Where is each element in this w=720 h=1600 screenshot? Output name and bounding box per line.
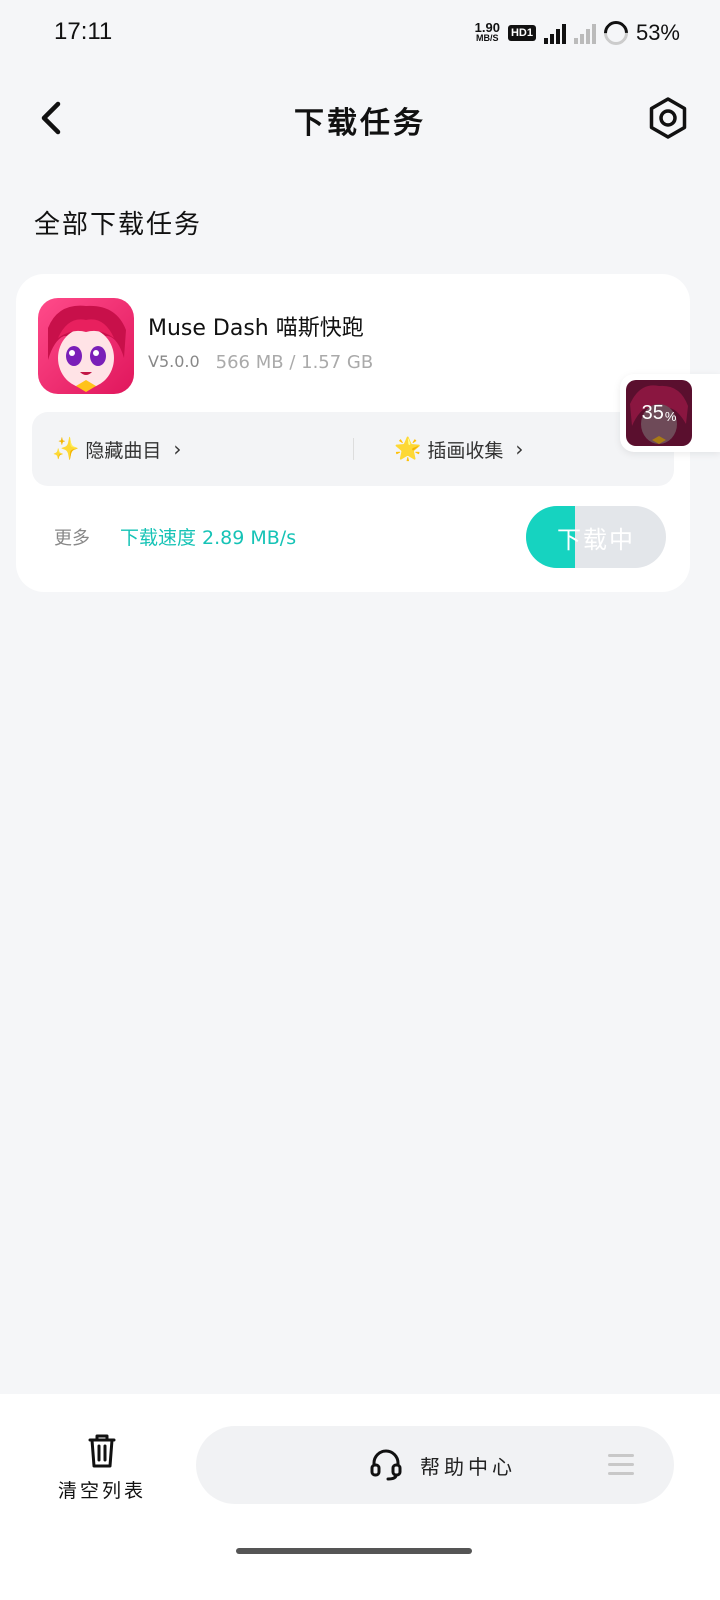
page-title: 下载任务 [294, 106, 426, 141]
feature-label: 插画收集 [427, 439, 504, 462]
chevron-right-icon: › [173, 437, 182, 461]
downloading-button[interactable]: 下载中 [526, 506, 666, 568]
home-indicator[interactable] [236, 1548, 472, 1554]
download-speed: 下载速度 2.89 MB/s [120, 527, 297, 549]
help-center-label: 帮助中心 [420, 1455, 516, 1479]
signal-5g-icon [543, 22, 566, 44]
app-meta: V5.0.0 566 MB / 1.57 GB [148, 352, 373, 373]
battery-icon [598, 16, 633, 50]
feature-label: 隐藏曲目 [85, 439, 162, 462]
status-icons: 1.90 MB/S HD1 53% [474, 16, 680, 50]
more-button[interactable]: 更多 [54, 524, 90, 550]
clear-list-button[interactable]: 清空列表 [50, 1430, 154, 1504]
network-speed-value: 1.90 [474, 20, 500, 35]
downloading-label: 下载中 [557, 525, 635, 554]
app-name: Muse Dash 喵斯快跑 [148, 316, 364, 341]
hd-badge: HD1 [507, 25, 536, 41]
glowing-star-icon: 🌟 [394, 436, 422, 462]
network-speed: 1.90 MB/S [474, 20, 500, 44]
bottom-bar: 清空列表 帮助中心 [0, 1394, 720, 1600]
sparkles-icon: ✨ [52, 436, 80, 462]
divider [353, 438, 354, 460]
menu-icon[interactable] [608, 1454, 634, 1476]
feature-illustrations[interactable]: 🌟 插画收集 › [394, 412, 523, 486]
download-task-card: Muse Dash 喵斯快跑 V5.0.0 566 MB / 1.57 GB ✨… [16, 274, 690, 592]
status-bar: 17:11 1.90 MB/S HD1 53% [0, 0, 720, 64]
section-title: 全部下载任务 [34, 210, 203, 240]
signal-secondary-icon [573, 22, 596, 44]
feature-links: ✨ 隐藏曲目 › 🌟 插画收集 › [32, 412, 674, 486]
network-speed-unit: MB/S [476, 33, 499, 43]
floating-download-bubble[interactable]: 35% [620, 374, 720, 452]
app-version: V5.0.0 [148, 352, 200, 371]
download-size-progress: 566 MB / 1.57 GB [215, 352, 374, 373]
app-icon[interactable] [38, 298, 134, 394]
floating-progress-percent: 35% [641, 401, 677, 424]
trash-icon [88, 1434, 116, 1468]
settings-button[interactable] [646, 96, 690, 140]
settings-hex-icon [649, 97, 687, 139]
chevron-right-icon: › [515, 437, 524, 461]
battery-percent: 53% [635, 20, 680, 45]
status-time: 17:11 [54, 18, 113, 45]
clear-list-label: 清空列表 [57, 1480, 146, 1502]
feature-hidden-songs[interactable]: ✨ 隐藏曲目 › [52, 412, 181, 486]
help-center-button[interactable]: 帮助中心 [196, 1426, 674, 1504]
headset-icon [370, 1449, 402, 1481]
